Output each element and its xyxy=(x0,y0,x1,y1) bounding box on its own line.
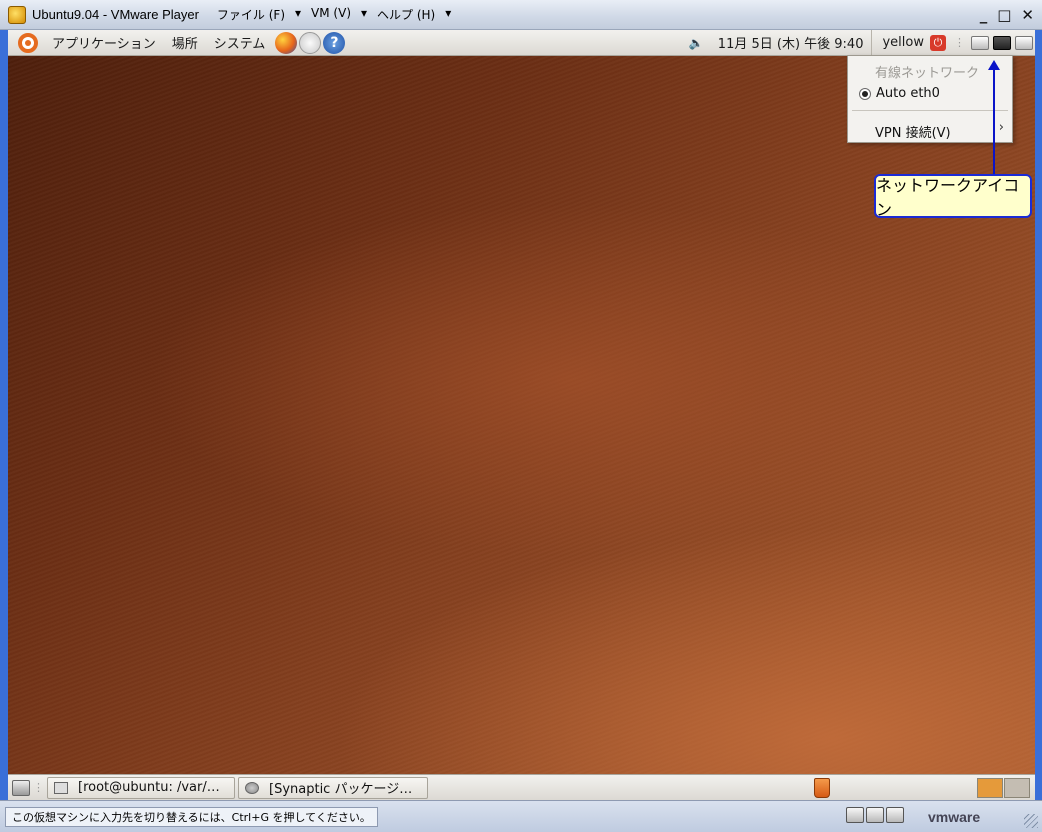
trash-icon[interactable] xyxy=(814,778,830,798)
close-button[interactable]: ✕ xyxy=(1021,6,1034,24)
vmware-statusbar: この仮想マシンに入力先を切り替えるには、Ctrl+G を押してください。 vmw… xyxy=(0,800,1042,832)
callout-pointer-line xyxy=(993,66,995,174)
mail-icon[interactable] xyxy=(299,31,322,54)
maximize-button[interactable]: □ xyxy=(997,6,1011,24)
power-icon[interactable]: ⏻ xyxy=(930,34,946,51)
menu-vm[interactable]: VM (V) xyxy=(307,6,355,23)
vmware-menubar: ファイル (F) ▾ VM (V) ▾ ヘルプ (H) ▾ xyxy=(213,6,451,23)
places-menu[interactable]: 場所 xyxy=(164,33,206,52)
input-hint: この仮想マシンに入力先を切り替えるには、Ctrl+G を押してください。 xyxy=(5,806,378,827)
tray-grip: ⋮ xyxy=(954,36,965,49)
resize-grip-icon[interactable] xyxy=(1024,814,1038,828)
menu-separator-arrow: ▾ xyxy=(445,6,452,20)
menu-separator-arrow: ▾ xyxy=(295,6,302,20)
vmware-logo: vmware xyxy=(928,809,981,825)
taskbar-button-terminal[interactable]: [root@ubuntu: /var/… xyxy=(47,776,235,799)
chevron-right-icon: › xyxy=(998,120,1004,135)
gnome-top-panel: アプリケーション 場所 システム ? 🔈 11月 5日 (木) 午後 9:40 … xyxy=(8,30,1035,56)
help-icon[interactable]: ? xyxy=(323,31,346,54)
wired-network-header: 有線ネットワーク xyxy=(875,66,980,81)
applications-menu[interactable]: アプリケーション xyxy=(44,33,164,52)
menu-file[interactable]: ファイル (F) xyxy=(213,6,289,23)
printer-icon[interactable] xyxy=(971,35,989,50)
radio-selected-icon xyxy=(859,87,871,100)
device-icons xyxy=(846,807,904,823)
network-icon[interactable] xyxy=(993,35,1011,50)
callout-network-icon: ネットワークアイコン xyxy=(874,174,1032,219)
window-title: Ubuntu9.04 - VMware Player xyxy=(32,7,199,22)
vmware-titlebar: Ubuntu9.04 - VMware Player ファイル (F) ▾ VM… xyxy=(0,0,1042,30)
task-label: [root@ubuntu: /var/… xyxy=(78,780,220,795)
connection-label: Auto eth0 xyxy=(876,86,940,101)
hard-disk-icon[interactable] xyxy=(846,807,864,823)
workspace-2[interactable] xyxy=(1004,778,1030,798)
terminal-icon xyxy=(54,781,68,794)
panel-grip: ⋮ xyxy=(33,781,44,794)
system-menu[interactable]: システム xyxy=(206,33,274,52)
desktop-wallpaper[interactable] xyxy=(8,56,1035,774)
user-switcher[interactable]: yellow xyxy=(872,35,930,50)
vmware-app-icon[interactable] xyxy=(8,5,26,24)
workspace-1[interactable] xyxy=(977,778,1003,798)
menu-help[interactable]: ヘルプ (H) xyxy=(373,6,439,23)
synaptic-icon xyxy=(245,781,259,794)
network-adapter-icon[interactable] xyxy=(866,807,884,823)
firefox-icon[interactable] xyxy=(275,31,298,54)
usb-icon[interactable] xyxy=(886,807,904,823)
gnome-bottom-panel: ⋮ [root@ubuntu: /var/… [Synaptic パッケージ… xyxy=(8,774,1035,800)
vpn-connections-item[interactable]: VPN 接続(V) xyxy=(875,122,951,141)
ubuntu-logo-icon[interactable] xyxy=(18,32,38,53)
window-controls: _ □ ✕ xyxy=(980,6,1034,24)
connection-auto-eth0[interactable]: Auto eth0 xyxy=(859,86,940,101)
minimize-button[interactable]: _ xyxy=(980,6,988,24)
printer-icon[interactable] xyxy=(1015,35,1033,50)
task-label: [Synaptic パッケージ… xyxy=(269,782,413,797)
menu-separator xyxy=(852,110,1008,111)
callout-arrow-icon xyxy=(988,60,1000,70)
taskbar-button-synaptic[interactable]: [Synaptic パッケージ… xyxy=(238,776,428,799)
speaker-icon[interactable]: 🔈 xyxy=(689,36,704,50)
guest-screen[interactable]: アプリケーション 場所 システム ? 🔈 11月 5日 (木) 午後 9:40 … xyxy=(8,30,1035,800)
panel-right-area: 🔈 11月 5日 (木) 午後 9:40 yellow ⏻ ⋮ xyxy=(689,30,1035,55)
menu-separator-arrow: ▾ xyxy=(361,6,368,20)
clock[interactable]: 11月 5日 (木) 午後 9:40 xyxy=(710,30,873,55)
show-desktop-icon[interactable] xyxy=(12,779,30,796)
